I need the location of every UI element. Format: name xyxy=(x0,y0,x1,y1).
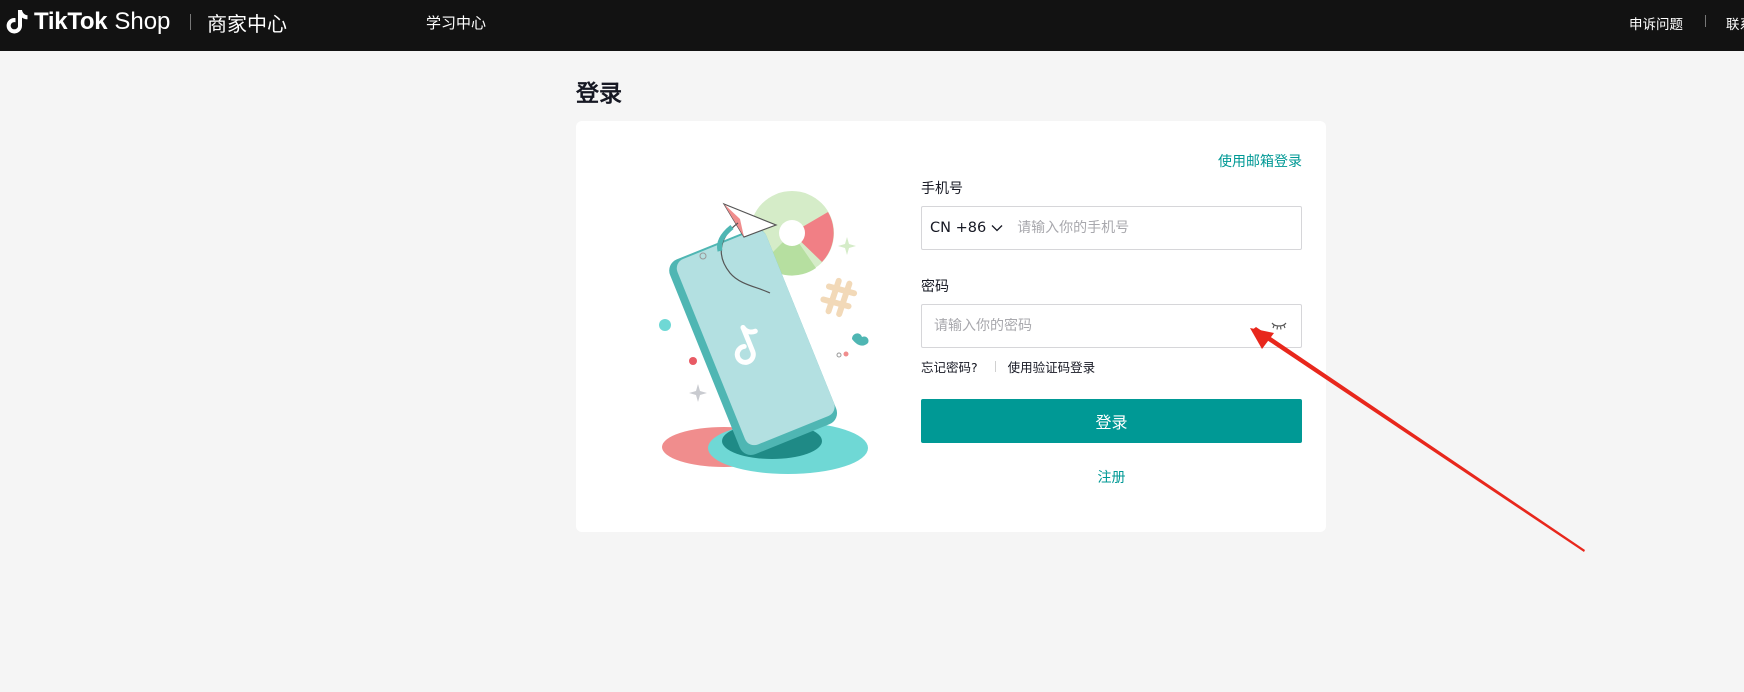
nav-contact[interactable]: 联系 xyxy=(1726,13,1744,33)
email-login-link[interactable]: 使用邮箱登录 xyxy=(1218,151,1302,171)
logo-tiktok-text: TikTok xyxy=(34,8,108,35)
auth-links: 忘记密码? 使用验证码登录 xyxy=(921,357,1095,376)
country-code-select[interactable]: CN +86 xyxy=(922,220,1003,236)
tiktok-shop-logo[interactable]: TikTok Shop xyxy=(6,3,170,41)
nav-learning-center[interactable]: 学习中心 xyxy=(426,12,486,33)
register-link[interactable]: 注册 xyxy=(921,467,1302,487)
phone-field: CN +86 xyxy=(921,206,1302,250)
country-code-value: CN +86 xyxy=(930,220,987,236)
nav-appeal[interactable]: 申诉问题 xyxy=(1629,13,1683,33)
logo-shop-text: Shop xyxy=(114,8,171,35)
page-title: 登录 xyxy=(576,81,622,107)
phone-illustration xyxy=(659,191,869,474)
logo-divider xyxy=(190,14,191,30)
login-card: 使用邮箱登录 手机号 CN +86 密码 忘记密码? 使用验证码登录 登录 注册 xyxy=(576,121,1326,532)
password-input[interactable] xyxy=(922,318,1271,334)
links-divider xyxy=(994,361,996,372)
forgot-password-link[interactable]: 忘记密码? xyxy=(921,357,978,376)
login-button[interactable]: 登录 xyxy=(921,399,1302,443)
phone-label: 手机号 xyxy=(921,181,963,197)
nav-divider xyxy=(1705,15,1706,27)
password-field xyxy=(921,304,1302,348)
verification-code-login-link[interactable]: 使用验证码登录 xyxy=(1008,357,1096,376)
top-navigation-bar: TikTok Shop 商家中心 学习中心 申诉问题 联系 xyxy=(0,0,1744,51)
tiktok-note-icon xyxy=(6,10,28,34)
eye-closed-icon[interactable] xyxy=(1271,321,1287,331)
chevron-down-icon xyxy=(991,225,1003,232)
seller-center-title: 商家中心 xyxy=(207,12,287,36)
password-label: 密码 xyxy=(921,279,949,295)
phone-input[interactable] xyxy=(1017,220,1301,236)
